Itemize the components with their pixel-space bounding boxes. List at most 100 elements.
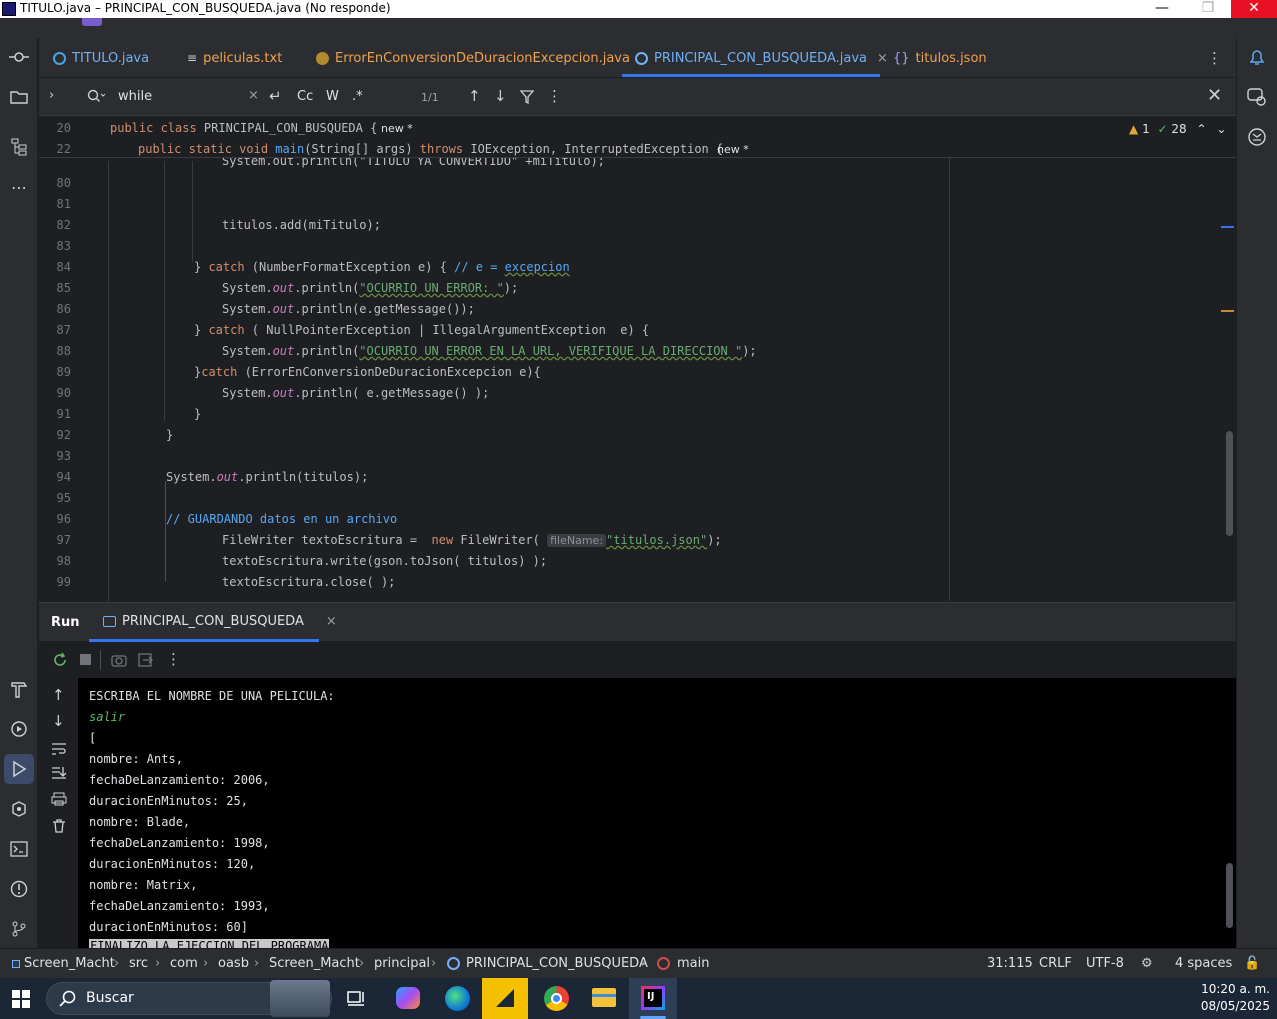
edge-browser-icon[interactable] — [445, 986, 470, 1011]
next-highlight-icon[interactable]: ⌄ — [1216, 122, 1226, 136]
search-highlight-image — [270, 980, 330, 1017]
file-encoding[interactable]: UTF-8 — [1086, 956, 1124, 971]
problems-icon[interactable] — [0, 874, 38, 904]
project-badge-icon[interactable] — [82, 18, 102, 26]
line-number: 89 — [56, 365, 71, 379]
restore-button[interactable]: ❐ — [1185, 0, 1231, 18]
close-find-icon[interactable]: ✕ — [1207, 85, 1222, 106]
sticky-notes-icon[interactable] — [482, 978, 528, 1019]
close-window-button[interactable]: ✕ — [1231, 0, 1277, 18]
scroll-down-icon[interactable]: ↓ — [52, 712, 65, 730]
breadcrumb-item[interactable]: Screen_Macht — [269, 956, 360, 971]
clear-search-icon[interactable]: × — [248, 88, 259, 103]
lock-icon[interactable]: 🔓 — [1244, 956, 1260, 971]
line-separator[interactable]: CRLF — [1039, 956, 1072, 971]
indent-setting[interactable]: 4 spaces — [1175, 956, 1232, 971]
search-input[interactable]: while — [118, 89, 152, 104]
chevron-right-icon: › — [155, 956, 161, 971]
breadcrumb-item[interactable]: oasb — [218, 956, 249, 971]
line-number: 96 — [56, 512, 71, 526]
ai-assistant-icon[interactable] — [1246, 86, 1268, 108]
tab-principal-con-busqueda[interactable]: PRINCIPAL_CON_BUSQUEDA.java × — [635, 38, 888, 78]
breadcrumb-item[interactable]: com — [170, 956, 198, 971]
regex-toggle[interactable]: .* — [352, 89, 363, 104]
expand-replace-icon[interactable]: › — [49, 88, 54, 103]
intellij-app-icon[interactable]: IJ — [641, 986, 665, 1010]
more-tools-icon[interactable]: ⋯ — [0, 172, 38, 202]
console-output[interactable]: ESCRIBA EL NOMBRE DE UNA PELICULA: salir… — [78, 678, 1236, 948]
run-tool-icon[interactable] — [0, 754, 38, 784]
tab-peliculas[interactable]: ≡ peliculas.txt — [187, 38, 282, 78]
close-run-tab-icon[interactable]: × — [326, 614, 337, 629]
breadcrumb-item[interactable]: PRINCIPAL_CON_BUSQUEDA — [466, 956, 648, 971]
windows-start-icon[interactable] — [12, 990, 30, 1008]
commit-icon[interactable] — [0, 42, 38, 72]
console-icon — [103, 616, 116, 627]
camera-icon[interactable] — [111, 653, 127, 667]
code-line-87: } catch ( NullPointerException | Illegal… — [194, 323, 649, 337]
breadcrumb-item[interactable]: principal — [374, 956, 430, 971]
tab-error-excepcion[interactable]: ErrorEnConversionDeDuracionExcepcion.jav… — [316, 38, 630, 78]
copilot-app-icon[interactable] — [396, 987, 420, 1009]
match-case-toggle[interactable]: Cc — [297, 89, 313, 104]
breadcrumb-item[interactable]: src — [129, 956, 148, 971]
search-icon[interactable] — [87, 89, 105, 103]
breadcrumb-item[interactable]: main — [677, 956, 709, 971]
close-tab-icon[interactable]: × — [877, 51, 888, 66]
code-token: System. — [222, 386, 273, 400]
file-explorer-icon[interactable] — [592, 988, 616, 1007]
copilot-icon[interactable] — [1246, 126, 1268, 148]
stop-icon[interactable] — [80, 654, 91, 665]
scroll-up-icon[interactable]: ↑ — [52, 686, 65, 704]
git-icon[interactable] — [0, 914, 38, 944]
run-more-icon[interactable]: ⋮ — [166, 650, 181, 668]
scroll-to-end-icon[interactable] — [51, 766, 67, 780]
chrome-browser-icon[interactable] — [544, 986, 569, 1011]
code-line-91: } — [194, 407, 202, 421]
soft-wrap-icon[interactable] — [51, 742, 67, 756]
print-icon[interactable] — [51, 792, 67, 806]
tab-options-icon[interactable]: ⋮ — [1207, 38, 1222, 78]
rerun-icon[interactable] — [52, 652, 68, 668]
inspection-widget[interactable]: ▲ 1 ✓ 28 ⌃ ⌄ — [1129, 122, 1226, 136]
task-view-icon[interactable] — [347, 990, 365, 1008]
minimize-button[interactable]: — — [1139, 0, 1185, 18]
settings-gear-icon[interactable]: ⚙ — [1141, 956, 1153, 971]
tab-titulos-json[interactable]: {} titulos.json — [893, 38, 987, 78]
project-folder-icon[interactable] — [0, 82, 38, 112]
console-line: fechaDeLanzamiento: 1993, — [89, 899, 270, 913]
console-user-input: salir — [89, 710, 126, 724]
run-config-tab[interactable]: PRINCIPAL_CON_BUSQUEDA × — [103, 614, 337, 629]
terminal-icon[interactable] — [0, 834, 38, 864]
find-options-icon[interactable]: ⋮ — [547, 87, 562, 105]
previous-match-icon[interactable]: ↑ — [468, 87, 481, 105]
tab-titulo[interactable]: TITULO.java — [53, 38, 149, 78]
chevron-right-icon: › — [203, 956, 209, 971]
chevron-right-icon: › — [254, 956, 260, 971]
plugins-icon[interactable] — [0, 794, 38, 824]
filter-icon[interactable] — [520, 90, 534, 104]
code-token: (ErrorEnConversionDeDuracionExcepcion e)… — [237, 365, 541, 379]
code-editor[interactable]: System.out.println("TITULO YA CONVERTIDO… — [39, 116, 1236, 601]
whole-words-toggle[interactable]: W — [326, 89, 339, 104]
caret-position[interactable]: 31:115 — [987, 956, 1033, 971]
exit-icon[interactable] — [138, 653, 154, 667]
console-scrollbar[interactable] — [1226, 863, 1233, 928]
line-number: 98 — [56, 554, 71, 568]
breadcrumb-item[interactable]: Screen_Macht — [24, 956, 115, 971]
new-line-icon[interactable]: ↵ — [269, 87, 282, 105]
chevron-right-icon: › — [641, 956, 647, 971]
taskbar-clock-date[interactable]: 08/05/2025 — [1190, 999, 1270, 1013]
next-match-icon[interactable]: ↓ — [494, 87, 507, 105]
code-token: } — [194, 323, 209, 337]
build-hammer-icon[interactable] — [0, 674, 38, 704]
services-icon[interactable] — [0, 714, 38, 744]
prev-highlight-icon[interactable]: ⌃ — [1197, 122, 1207, 136]
taskbar-clock-time[interactable]: 10:20 a. m. — [1190, 982, 1270, 996]
notifications-bell-icon[interactable] — [1246, 46, 1268, 68]
code-token: ); — [742, 344, 757, 358]
editor-scrollbar[interactable] — [1226, 431, 1233, 536]
code-token: out — [272, 386, 295, 400]
clear-all-icon[interactable] — [51, 818, 67, 834]
structure-icon[interactable] — [0, 132, 38, 162]
